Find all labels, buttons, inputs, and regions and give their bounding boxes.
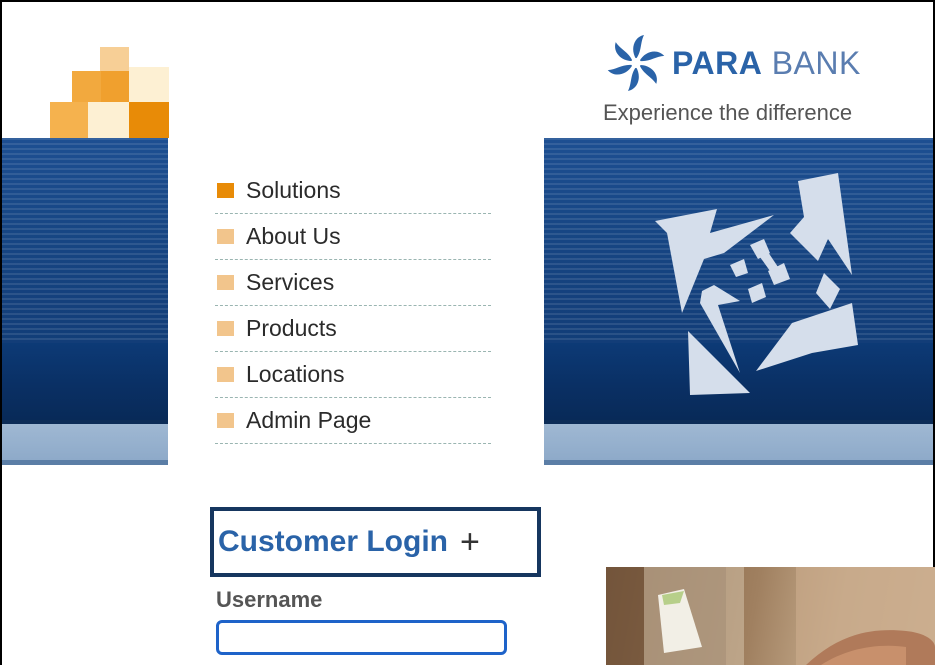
nav-item-services[interactable]: Services	[215, 260, 491, 306]
nav-item-label: About Us	[246, 223, 341, 249]
banner-right	[544, 138, 933, 465]
nav-item-label: Products	[246, 315, 337, 341]
nav-item-label: Services	[246, 269, 335, 295]
nav-item-label: Locations	[246, 361, 345, 387]
main-nav-menu: Solutions About Us Services Products Loc…	[215, 168, 491, 444]
plus-icon: +	[460, 523, 480, 561]
customer-login-header[interactable]: Customer Login +	[210, 507, 541, 577]
square-bullet-icon	[217, 229, 234, 244]
nav-item-solutions[interactable]: Solutions	[215, 168, 491, 214]
square-bullet-icon	[217, 367, 234, 382]
brand-logo[interactable]: PARA BANK	[606, 33, 861, 93]
square-bullet-icon	[217, 413, 234, 428]
square-bullet-icon	[217, 321, 234, 336]
nav-item-label: Admin Page	[246, 407, 372, 433]
nav-item-locations[interactable]: Locations	[215, 352, 491, 398]
nav-item-label: Solutions	[246, 177, 341, 203]
arrows-pinwheel-icon	[655, 173, 858, 395]
username-label: Username	[216, 587, 323, 612]
nav-item-products[interactable]: Products	[215, 306, 491, 352]
brand-name: PARA BANK	[672, 44, 861, 81]
brand-tagline: Experience the difference	[603, 100, 853, 125]
orange-squares-logo-icon	[50, 47, 170, 139]
square-bullet-icon	[217, 183, 234, 198]
promo-photo	[606, 567, 935, 665]
username-input[interactable]	[216, 620, 507, 655]
customer-login-title: Customer Login	[218, 525, 448, 558]
banner-left	[2, 138, 168, 465]
nav-item-admin-page[interactable]: Admin Page	[215, 398, 491, 444]
square-bullet-icon	[217, 275, 234, 290]
parabank-flower-logo-icon	[607, 35, 665, 91]
nav-item-about-us[interactable]: About Us	[215, 214, 491, 260]
